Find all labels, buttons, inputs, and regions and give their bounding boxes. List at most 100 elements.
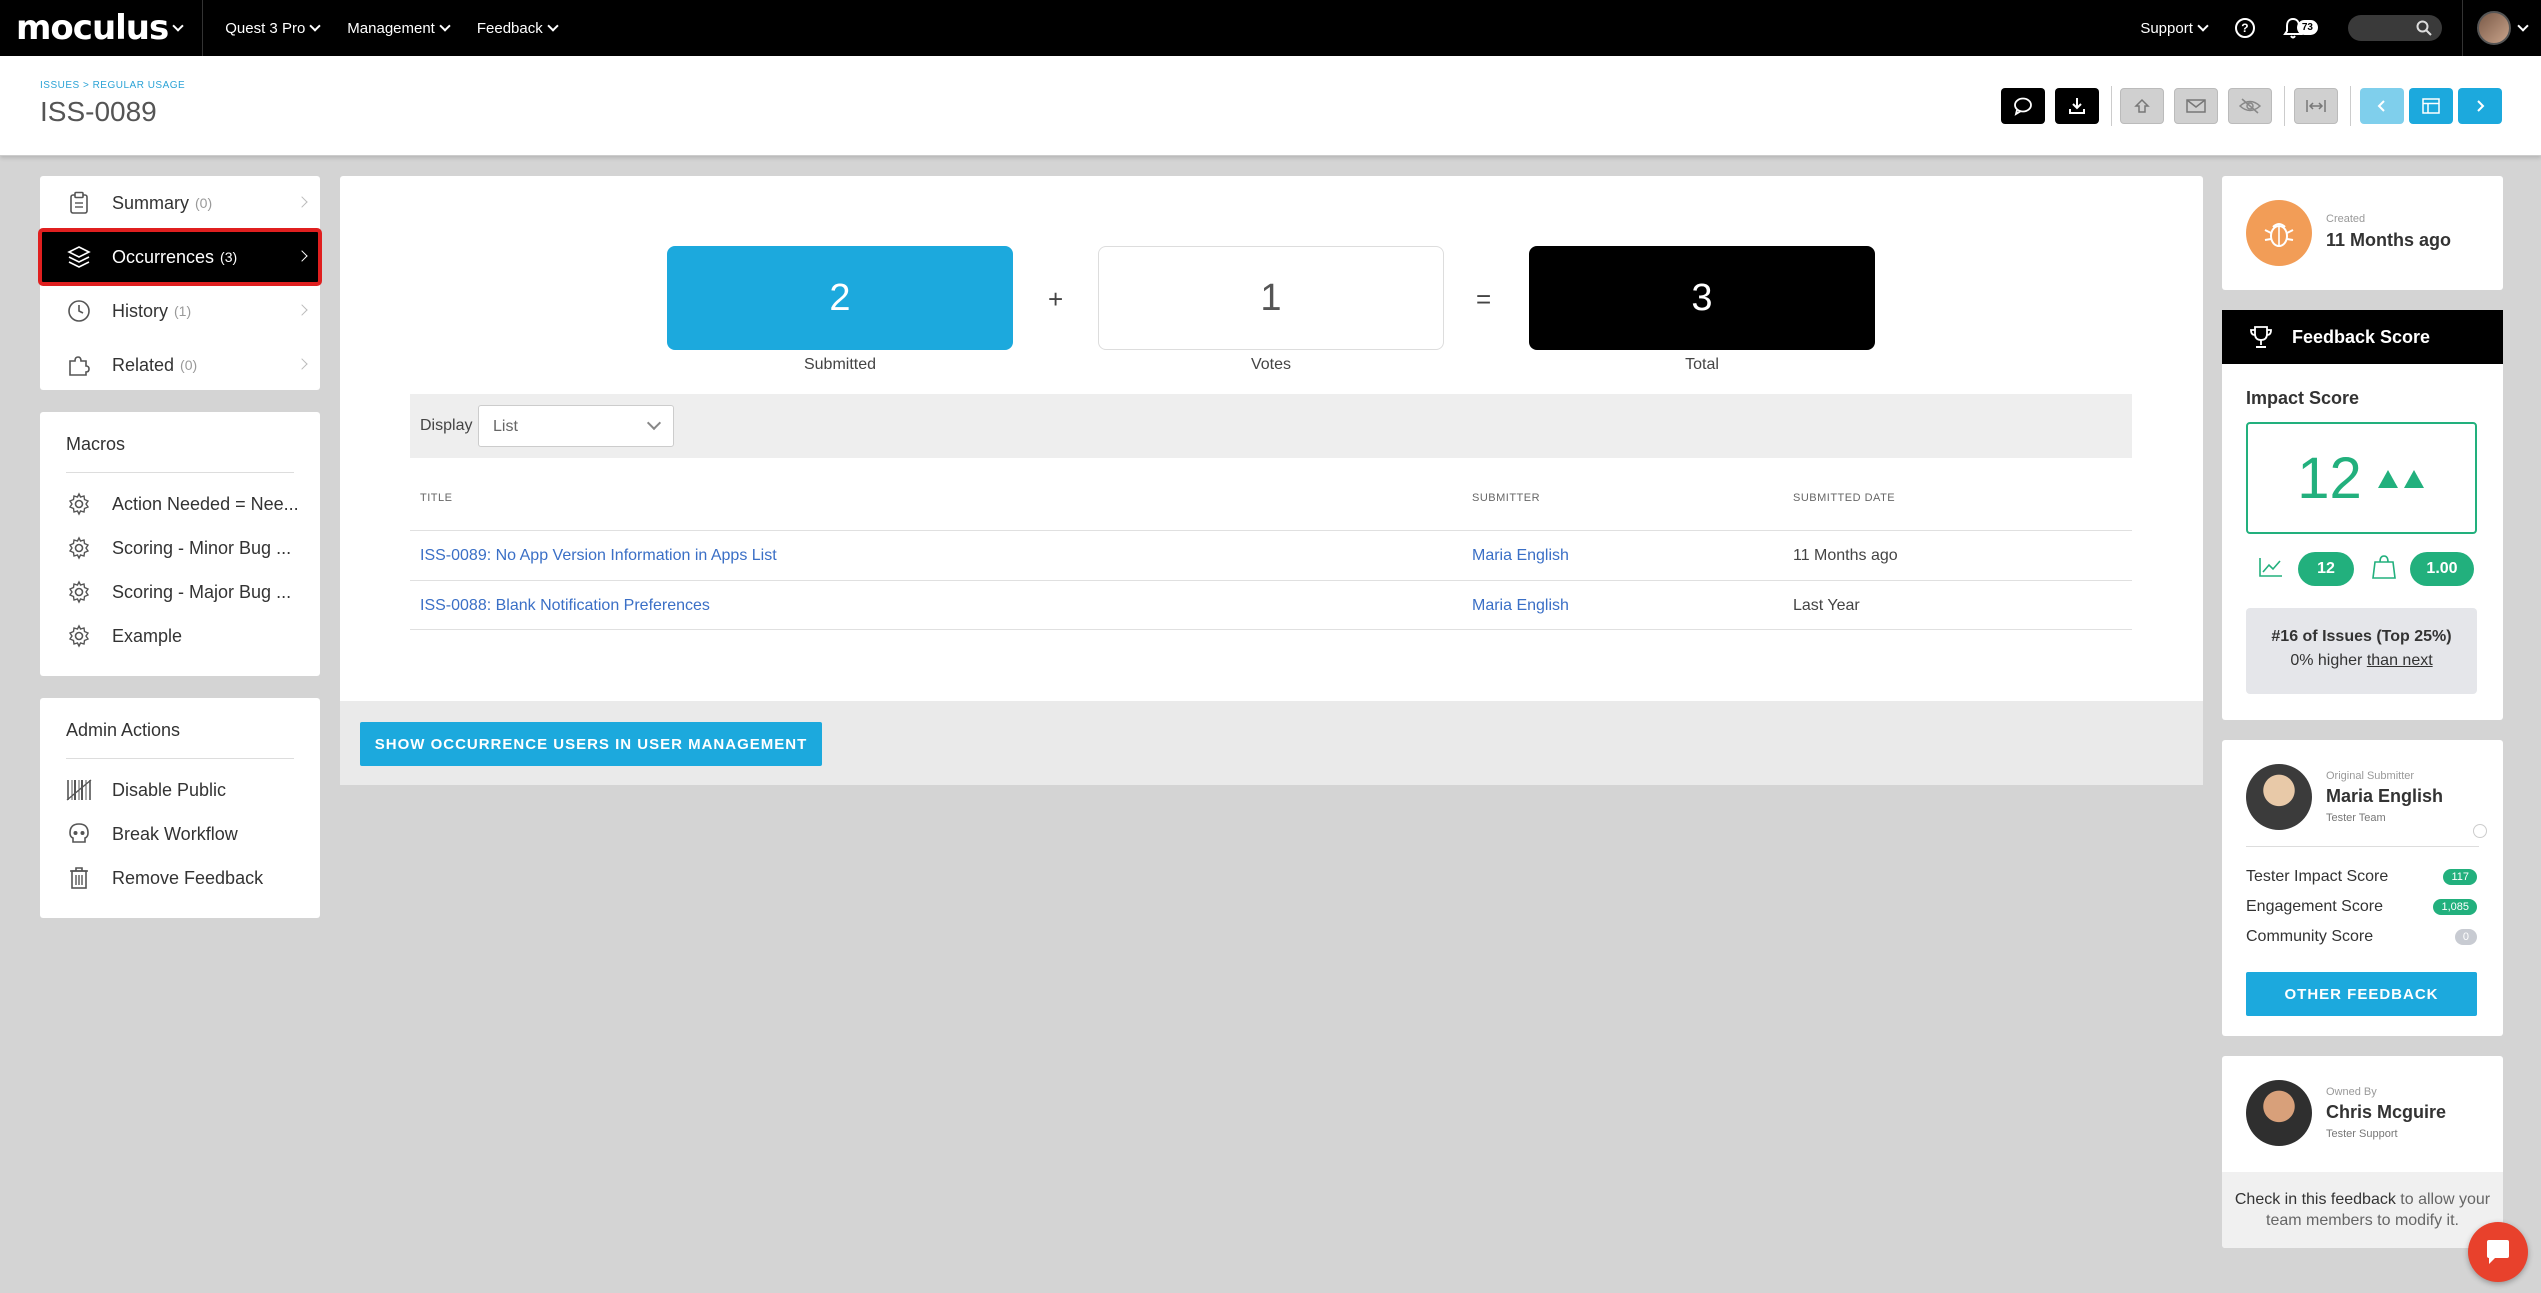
top-navbar: moculus Quest 3 Pro Management Feedback … xyxy=(0,0,2541,56)
admin-actions-card: Admin Actions Disable Public Break Workf… xyxy=(40,698,320,918)
display-label: Display xyxy=(420,417,473,434)
macro-item-minor-bug[interactable]: Scoring - Minor Bug ... xyxy=(40,526,320,570)
tester-impact-score-row: Tester Impact Score 117 xyxy=(2246,868,2477,886)
occurrence-title-link[interactable]: ISS-0088: Blank Notification Preferences xyxy=(420,597,710,615)
trash-icon xyxy=(66,865,92,891)
created-label: Created xyxy=(2326,213,2366,225)
hide-button[interactable] xyxy=(2228,88,2272,124)
expand-width-button[interactable] xyxy=(2294,88,2338,124)
chevron-down-icon xyxy=(2197,20,2209,32)
search-input[interactable] xyxy=(2348,15,2442,41)
nav-right: Support ? 73 xyxy=(2118,0,2541,56)
divider xyxy=(2246,846,2479,847)
user-avatar[interactable] xyxy=(2477,11,2511,45)
gear-icon xyxy=(66,491,92,517)
collapse-icon[interactable] xyxy=(2473,824,2487,838)
sidebar-item-summary[interactable]: Summary (0) xyxy=(40,176,320,230)
checkin-link[interactable]: Check in this feedback xyxy=(2235,1191,2396,1208)
divider xyxy=(66,758,294,759)
sidebar-item-occurrences[interactable]: Occurrences (3) xyxy=(38,228,322,286)
submitted-count-box: 2 xyxy=(667,246,1013,350)
break-workflow-action[interactable]: Break Workflow xyxy=(40,812,320,856)
column-header-submitter[interactable]: SUBMITTER xyxy=(1472,492,1540,504)
notifications[interactable]: 73 xyxy=(2283,17,2318,39)
macro-item-action-needed[interactable]: Action Needed = Nee... xyxy=(40,482,320,526)
upload-button[interactable] xyxy=(2120,88,2164,124)
display-toolbar: Display List xyxy=(410,394,2132,458)
chevron-down-icon xyxy=(309,20,321,32)
toolbar-divider xyxy=(2111,86,2112,126)
rank-comparison: 0% higher than next xyxy=(2290,652,2433,669)
chat-widget-button[interactable] xyxy=(2468,1222,2528,1282)
owner-name[interactable]: Chris Mcguire xyxy=(2326,1102,2446,1123)
owner-card: Owned By Chris Mcguire Tester Support Ch… xyxy=(2222,1056,2503,1248)
submitted-date: Last Year xyxy=(1793,597,1860,614)
help-icon[interactable]: ? xyxy=(2234,18,2255,38)
breadcrumb[interactable]: ISSUES > REGULAR USAGE xyxy=(40,80,185,91)
sidebar-item-related[interactable]: Related (0) xyxy=(40,338,320,392)
remove-feedback-action[interactable]: Remove Feedback xyxy=(40,856,320,900)
submitter-name[interactable]: Maria English xyxy=(2326,786,2443,807)
download-button[interactable] xyxy=(2055,88,2099,124)
eye-slash-icon xyxy=(2239,98,2261,114)
votes-count-box: 1 xyxy=(1098,246,1444,350)
previous-button[interactable] xyxy=(2360,88,2404,124)
toolbar-divider xyxy=(2284,86,2285,126)
macro-item-major-bug[interactable]: Scoring - Major Bug ... xyxy=(40,570,320,614)
macros-card: Macros Action Needed = Nee... Scoring - … xyxy=(40,412,320,676)
trend-chart-icon xyxy=(2259,558,2282,577)
chevron-right-icon xyxy=(2477,100,2485,112)
email-icon xyxy=(2186,99,2206,113)
impact-score-box: 12 xyxy=(2246,422,2477,534)
owner-label: Owned By xyxy=(2326,1086,2377,1098)
column-header-title[interactable]: TITLE xyxy=(420,492,452,504)
disable-public-action[interactable]: Disable Public xyxy=(40,768,320,812)
skull-icon xyxy=(66,821,92,847)
owner-team: Tester Support xyxy=(2326,1128,2398,1140)
chevron-down-icon[interactable] xyxy=(172,20,184,32)
toolbar-divider xyxy=(2350,86,2351,126)
created-value: 11 Months ago xyxy=(2326,230,2452,250)
occurrences-panel: 2 Submitted + 1 Votes = 3 Total Display … xyxy=(340,176,2203,785)
submitter-link[interactable]: Maria English xyxy=(1472,597,1569,615)
occurrence-title-link[interactable]: ISS-0089: No App Version Information in … xyxy=(420,547,777,565)
nav-item-product[interactable]: Quest 3 Pro xyxy=(225,20,321,37)
than-next-link[interactable]: than next xyxy=(2367,652,2433,669)
submitter-link[interactable]: Maria English xyxy=(1472,547,1569,565)
votes-label: Votes xyxy=(1250,356,1292,373)
gear-icon xyxy=(66,579,92,605)
chevron-down-icon xyxy=(439,20,451,32)
chevron-down-icon xyxy=(547,20,559,32)
nav-item-feedback[interactable]: Feedback xyxy=(477,20,559,37)
nav-item-management[interactable]: Management xyxy=(347,20,451,37)
other-feedback-button[interactable]: OTHER FEEDBACK xyxy=(2246,972,2477,1016)
total-label: Total xyxy=(1685,356,1719,373)
created-card: Created 11 Months ago xyxy=(2222,176,2503,290)
support-menu[interactable]: Support xyxy=(2140,20,2209,37)
submitter-avatar[interactable] xyxy=(2246,764,2312,830)
table-row: ISS-0088: Blank Notification Preferences… xyxy=(410,580,2132,630)
sidebar-item-history[interactable]: History (1) xyxy=(40,284,320,338)
search-icon xyxy=(2416,20,2432,36)
show-occurrence-users-button[interactable]: SHOW OCCURRENCE USERS IN USER MANAGEMENT xyxy=(360,722,822,766)
owner-avatar[interactable] xyxy=(2246,1080,2312,1146)
next-button[interactable] xyxy=(2458,88,2502,124)
column-header-date[interactable]: SUBMITTED DATE xyxy=(1793,492,1895,504)
chat-icon xyxy=(2487,1240,2509,1264)
comment-button[interactable] xyxy=(2001,88,2045,124)
equals-sign: = xyxy=(1476,284,1492,314)
macro-item-example[interactable]: Example xyxy=(40,614,320,658)
puzzle-icon xyxy=(66,352,92,378)
logo[interactable]: moculus xyxy=(16,8,169,48)
layers-icon xyxy=(66,244,92,270)
submitter-team: Tester Team xyxy=(2326,812,2386,824)
chevron-right-icon xyxy=(296,304,308,316)
divider xyxy=(66,472,294,473)
display-select[interactable]: List xyxy=(478,405,674,447)
chevron-right-icon xyxy=(296,196,308,208)
chevron-down-icon[interactable] xyxy=(2517,20,2529,32)
table-view-button[interactable] xyxy=(2409,88,2453,124)
email-button[interactable] xyxy=(2174,88,2218,124)
chevron-right-icon xyxy=(296,358,308,370)
rank-box: #16 of Issues (Top 25%) 0% higher than n… xyxy=(2246,608,2477,694)
